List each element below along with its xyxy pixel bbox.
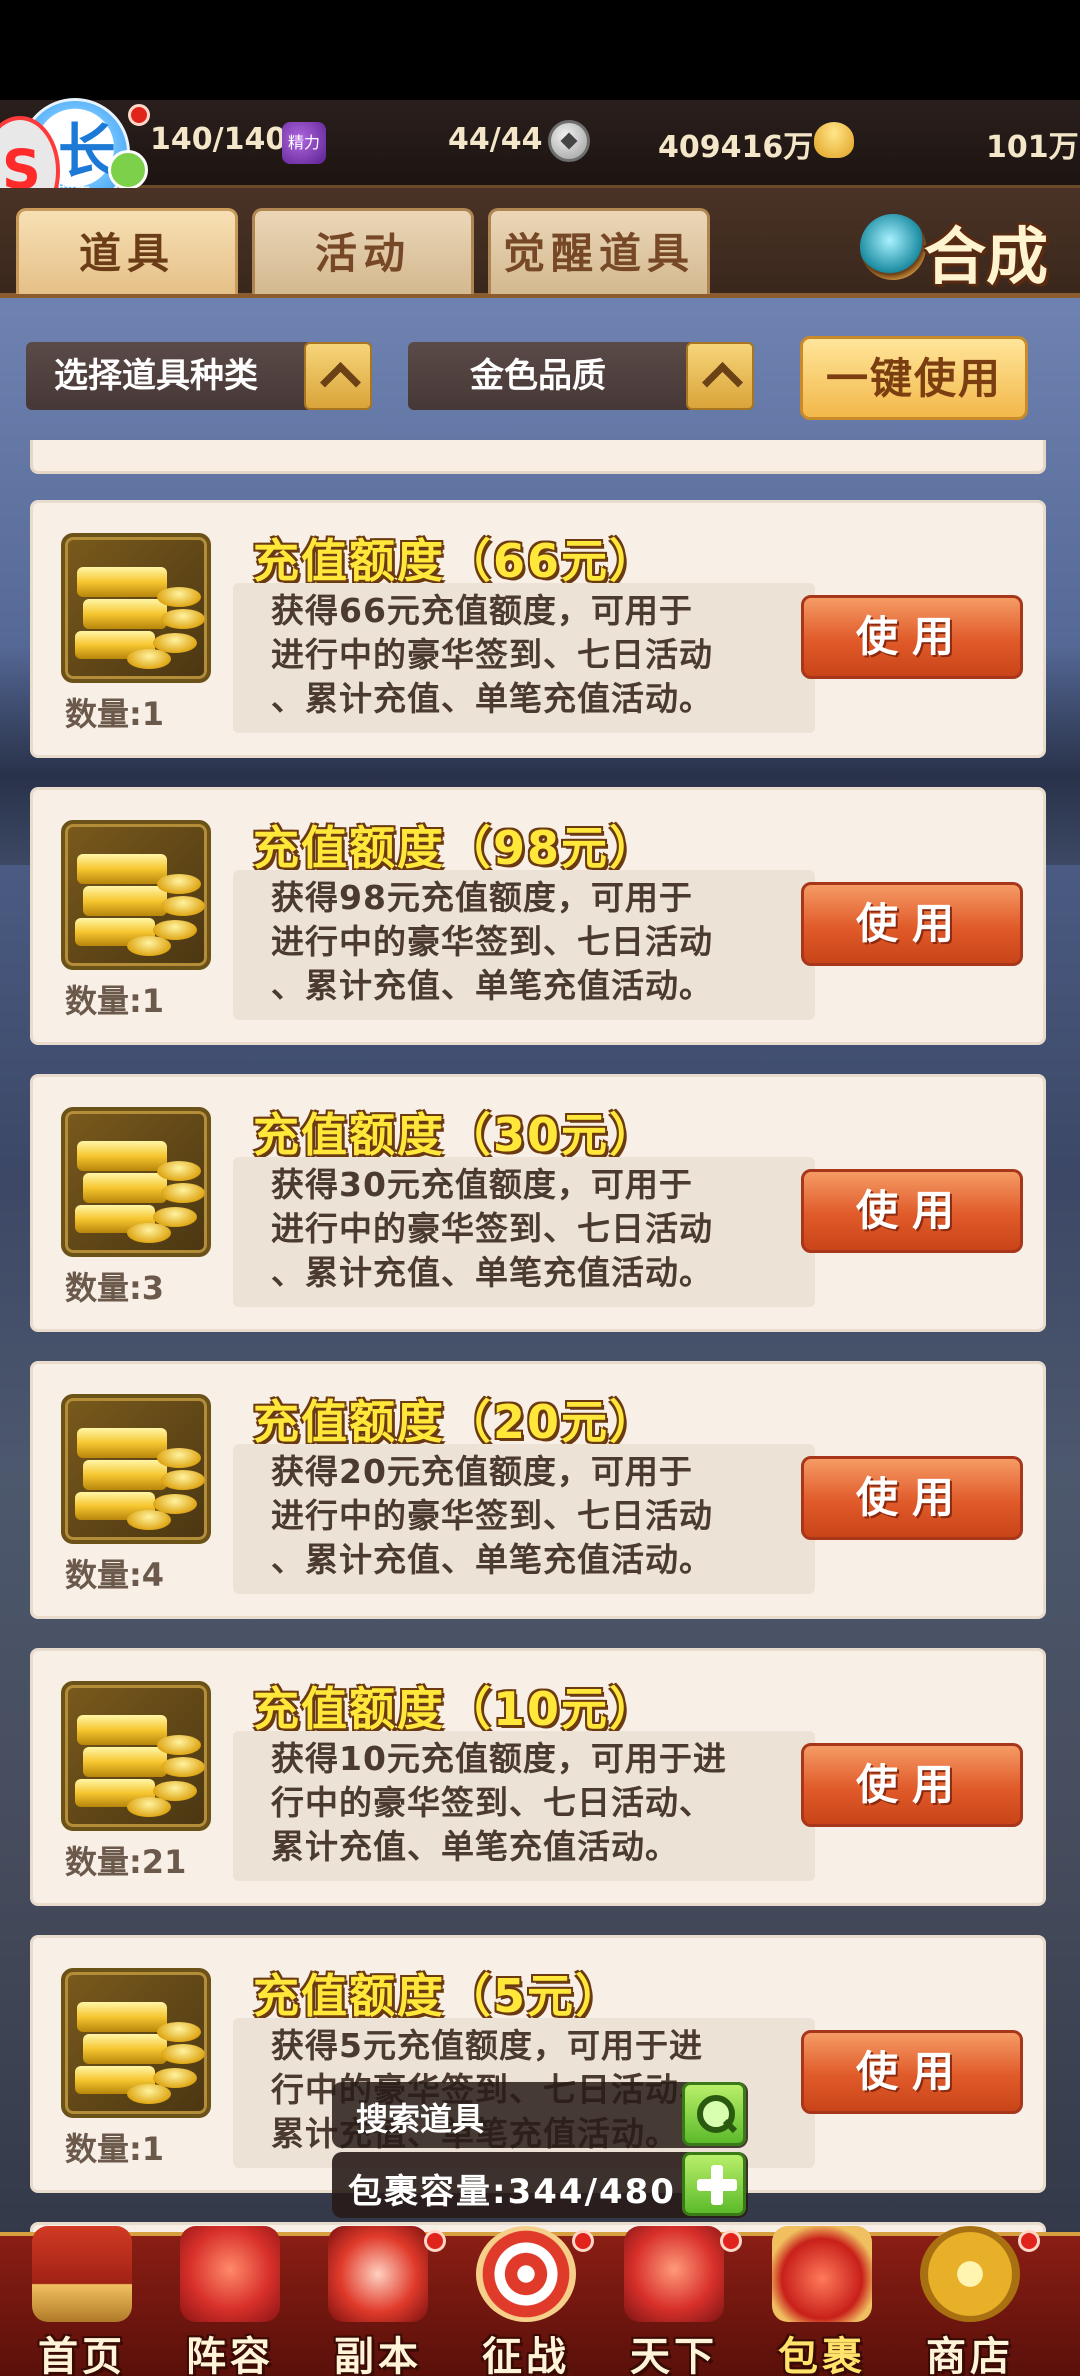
item-quantity: 数量:1 bbox=[65, 982, 165, 1020]
item-title: 充值额度（5元） bbox=[253, 1969, 624, 2023]
gold-bars-icon bbox=[61, 533, 211, 683]
nav-shop[interactable]: 商店 bbox=[900, 2226, 1040, 2376]
nav-dungeon-badge bbox=[424, 2230, 446, 2252]
status-area bbox=[0, 0, 1080, 100]
list-item: 数量:21 充值额度（10元） 获得10元充值额度，可用于进 行中的豪华签到、七日… bbox=[30, 1648, 1046, 1906]
use-button[interactable]: 使用 bbox=[801, 595, 1023, 679]
target-icon bbox=[476, 2226, 576, 2322]
item-description: 获得10元充值额度，可用于进 行中的豪华签到、七日活动、 累计充值、单笔充值活动。 bbox=[233, 1731, 815, 1881]
synthesize-gem-icon bbox=[860, 214, 926, 280]
stamina-value: 140/140 bbox=[150, 122, 287, 157]
coins-shop-icon bbox=[920, 2226, 1020, 2322]
ingots-value: 101万 bbox=[986, 130, 1079, 165]
tab-items[interactable]: 道具 bbox=[16, 208, 238, 294]
resource-bar: 140/140 精力 44/44 409416万 101万 bbox=[0, 100, 1080, 188]
use-button[interactable]: 使用 bbox=[801, 2030, 1023, 2114]
nav-shop-badge bbox=[1018, 2230, 1040, 2252]
item-list[interactable]: 数量:1 充值额度（66元） 获得66元充值额度，可用于 进行中的豪华签到、七日活… bbox=[0, 440, 1080, 2255]
nav-lineup[interactable]: 阵容 bbox=[160, 2226, 300, 2376]
nav-campaign[interactable]: 征战 bbox=[456, 2226, 596, 2376]
gold-ingot-icon bbox=[814, 122, 854, 158]
nav-world-badge bbox=[720, 2230, 742, 2252]
use-button[interactable]: 使用 bbox=[801, 1169, 1023, 1253]
item-quantity: 数量:1 bbox=[65, 2130, 165, 2168]
nav-bag-label: 包裹 bbox=[778, 2334, 866, 2376]
gold-bars-icon bbox=[61, 820, 211, 970]
item-quantity: 数量:21 bbox=[65, 1843, 187, 1881]
use-button[interactable]: 使用 bbox=[801, 882, 1023, 966]
gold-bars-icon bbox=[61, 1107, 211, 1257]
nav-dungeon[interactable]: 副本 bbox=[308, 2226, 448, 2376]
item-type-filter[interactable]: 选择道具种类 bbox=[26, 342, 372, 410]
search-label: 搜索道具 bbox=[356, 2100, 485, 2138]
coin-icon bbox=[548, 120, 590, 162]
tab-activity[interactable]: 活动 bbox=[252, 208, 474, 294]
world-banner-icon bbox=[624, 2226, 724, 2322]
item-quantity: 数量:4 bbox=[65, 1556, 165, 1594]
nav-bag[interactable]: 包裹 bbox=[752, 2226, 892, 2376]
chevron-up-icon[interactable] bbox=[686, 342, 754, 410]
coins-value: 409416万 bbox=[658, 130, 814, 165]
chevron-up-icon[interactable] bbox=[304, 342, 372, 410]
item-description: 获得30元充值额度，可用于 进行中的豪华签到、七日活动 、累计充值、单笔充值活动。 bbox=[233, 1157, 815, 1307]
assistant-badge bbox=[128, 104, 150, 126]
expand-capacity-plus-icon[interactable] bbox=[682, 2152, 746, 2216]
item-title: 充值额度（98元） bbox=[253, 821, 658, 875]
list-item: 数量:3 充值额度（30元） 获得30元充值额度，可用于 进行中的豪华签到、七日活… bbox=[30, 1074, 1046, 1332]
synthesize-button[interactable]: 合成 bbox=[860, 200, 1060, 293]
nav-campaign-label: 征战 bbox=[482, 2334, 570, 2376]
nav-dungeon-label: 副本 bbox=[334, 2334, 422, 2376]
gold-bars-icon bbox=[61, 1394, 211, 1544]
banner-icon bbox=[180, 2226, 280, 2322]
nav-lineup-label: 阵容 bbox=[186, 2334, 274, 2376]
search-icon[interactable] bbox=[682, 2082, 746, 2146]
item-title: 充值额度（10元） bbox=[253, 1682, 658, 1736]
gold-bars-icon bbox=[61, 1968, 211, 2118]
energy-value: 44/44 bbox=[448, 122, 543, 157]
bag-icon bbox=[772, 2226, 872, 2322]
list-item-partial bbox=[30, 440, 1046, 474]
bag-capacity-label: 包裹容量:344/480 bbox=[348, 2172, 676, 2212]
nav-home[interactable]: 首页 bbox=[12, 2226, 152, 2376]
item-quantity: 数量:3 bbox=[65, 1269, 165, 1307]
chat-icon bbox=[108, 150, 148, 190]
item-title: 充值额度（20元） bbox=[253, 1395, 658, 1449]
nav-shop-label: 商店 bbox=[926, 2334, 1014, 2376]
gold-bars-icon bbox=[61, 1681, 211, 1831]
tab-awakening-items[interactable]: 觉醒道具 bbox=[488, 208, 710, 294]
crossed-swords-icon bbox=[328, 2226, 428, 2322]
use-all-button[interactable]: 一键使用 bbox=[800, 336, 1028, 420]
item-description: 获得66元充值额度，可用于 进行中的豪华签到、七日活动 、累计充值、单笔充值活动。 bbox=[233, 583, 815, 733]
nav-world-label: 天下 bbox=[630, 2334, 718, 2376]
nav-home-label: 首页 bbox=[38, 2334, 126, 2376]
item-quantity: 数量:1 bbox=[65, 695, 165, 733]
quality-label: 金色品质 bbox=[470, 356, 606, 396]
item-title: 充值额度（30元） bbox=[253, 1108, 658, 1162]
list-item: 数量:1 充值额度（66元） 获得66元充值额度，可用于 进行中的豪华签到、七日活… bbox=[30, 500, 1046, 758]
nav-world[interactable]: 天下 bbox=[604, 2226, 744, 2376]
use-button[interactable]: 使用 bbox=[801, 1456, 1023, 1540]
use-button[interactable]: 使用 bbox=[801, 1743, 1023, 1827]
energy-icon: 精力 bbox=[282, 122, 326, 164]
list-item: 数量:1 充值额度（98元） 获得98元充值额度，可用于 进行中的豪华签到、七日活… bbox=[30, 787, 1046, 1045]
quality-filter[interactable]: 金色品质 bbox=[408, 342, 754, 410]
list-item: 数量:4 充值额度（20元） 获得20元充值额度，可用于 进行中的豪华签到、七日活… bbox=[30, 1361, 1046, 1619]
item-description: 获得98元充值额度，可用于 进行中的豪华签到、七日活动 、累计充值、单笔充值活动。 bbox=[233, 870, 815, 1020]
item-type-label: 选择道具种类 bbox=[54, 356, 258, 396]
item-title: 充值额度（66元） bbox=[253, 534, 658, 588]
bottom-nav: 首页 阵容 副本 征战 天下 包裹 商店 bbox=[0, 2226, 1080, 2376]
nav-campaign-badge bbox=[572, 2230, 594, 2252]
item-description: 获得20元充值额度，可用于 进行中的豪华签到、七日活动 、累计充值、单笔充值活动。 bbox=[233, 1444, 815, 1594]
synthesize-label: 合成 bbox=[924, 220, 1049, 293]
palace-icon bbox=[32, 2226, 132, 2322]
